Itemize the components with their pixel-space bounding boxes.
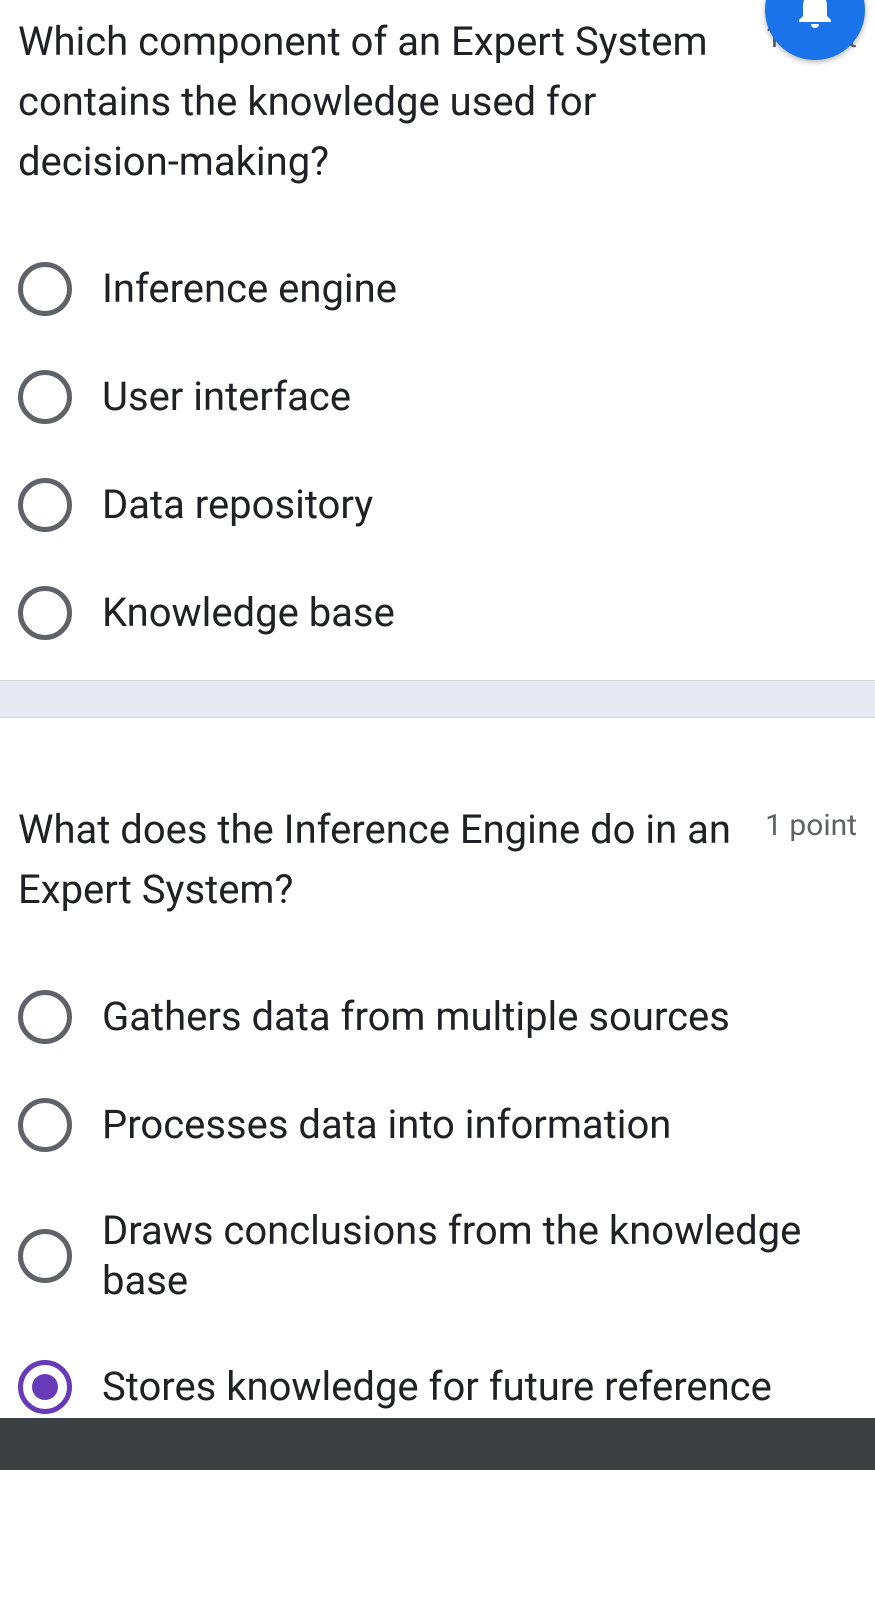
radio-icon xyxy=(18,990,72,1044)
question-header: Which component of an Expert System cont… xyxy=(18,0,857,192)
question-header: What does the Inference Engine do in an … xyxy=(18,788,857,920)
bell-icon xyxy=(791,0,839,36)
question-text: Which component of an Expert System cont… xyxy=(18,12,745,192)
option-row[interactable]: Stores knowledge for future reference xyxy=(18,1360,857,1414)
page: Which component of an Expert System cont… xyxy=(0,0,875,1470)
question-card: What does the Inference Engine do in an … xyxy=(0,718,875,1418)
option-label: Knowledge base xyxy=(102,588,395,638)
option-row[interactable]: Knowledge base xyxy=(18,586,857,640)
option-row[interactable]: Data repository xyxy=(18,478,857,532)
radio-icon xyxy=(18,478,72,532)
option-row[interactable]: Processes data into information xyxy=(18,1098,857,1152)
option-row[interactable]: Gathers data from multiple sources xyxy=(18,990,857,1044)
option-label: Gathers data from multiple sources xyxy=(102,992,730,1042)
option-row[interactable]: Draws conclusions from the knowledge bas… xyxy=(18,1206,857,1306)
option-label: Data repository xyxy=(102,480,373,530)
option-label: Stores knowledge for future reference xyxy=(102,1362,772,1412)
question-text: What does the Inference Engine do in an … xyxy=(18,800,745,920)
question-points: 1 point xyxy=(765,800,857,843)
option-row[interactable]: User interface xyxy=(18,370,857,424)
radio-icon xyxy=(18,262,72,316)
option-label: Processes data into information xyxy=(102,1100,671,1150)
bottom-bar xyxy=(0,1418,875,1470)
card-gap xyxy=(0,680,875,718)
radio-icon xyxy=(18,586,72,640)
radio-icon xyxy=(18,370,72,424)
option-label: Inference engine xyxy=(102,264,397,314)
radio-icon xyxy=(18,1229,72,1283)
option-label: Draws conclusions from the knowledge bas… xyxy=(102,1206,857,1306)
option-row[interactable]: Inference engine xyxy=(18,262,857,316)
options-list: Gathers data from multiple sources Proce… xyxy=(18,990,857,1414)
question-card: Which component of an Expert System cont… xyxy=(0,0,875,680)
option-label: User interface xyxy=(102,372,351,422)
options-list: Inference engine User interface Data rep… xyxy=(18,262,857,640)
radio-icon xyxy=(18,1360,72,1414)
radio-icon xyxy=(18,1098,72,1152)
